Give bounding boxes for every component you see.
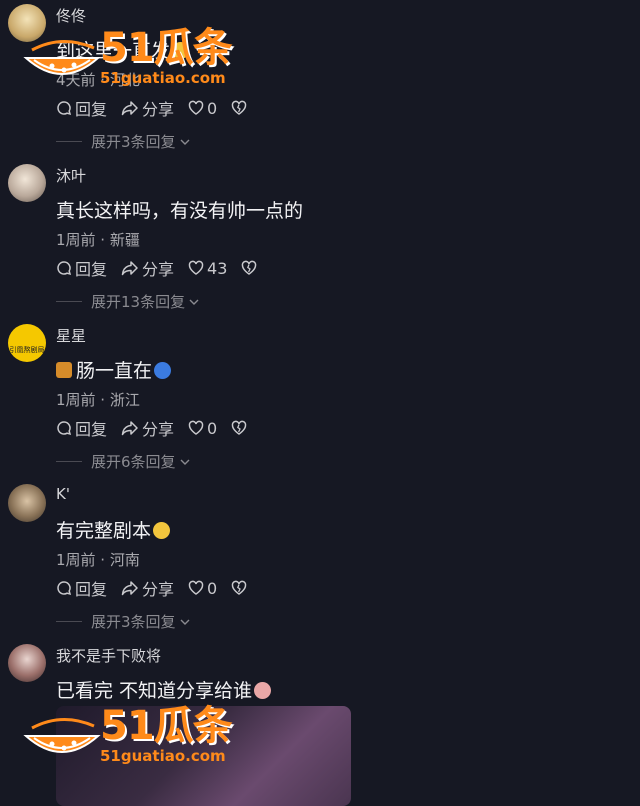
watermark: 51瓜条 51guatiao.com: [22, 25, 233, 87]
expand-label: 展开3条回复: [91, 133, 176, 151]
share-button[interactable]: 分享: [121, 256, 174, 280]
share-label: 分享: [142, 100, 175, 119]
watermark-url: 51guatiao.com: [100, 747, 226, 765]
avatar-text: 引凰熬剧局: [9, 346, 45, 354]
like-button[interactable]: 0: [188, 419, 217, 438]
comment-text: 已看完 不知道分享给谁: [56, 676, 272, 703]
share-arrow-icon: [121, 581, 138, 596]
chevron-down-icon: [180, 619, 190, 625]
broken-heart-icon: [231, 100, 247, 115]
expand-label: 展开13条回复: [91, 293, 186, 311]
chevron-down-icon: [180, 139, 190, 145]
share-arrow-icon: [121, 101, 138, 116]
comment-meta: 1周前 · 浙江: [56, 391, 140, 409]
dislike-button[interactable]: [241, 260, 260, 276]
reply-button[interactable]: 回复: [56, 256, 107, 280]
comment-username[interactable]: 佟佟: [56, 5, 86, 26]
expand-replies[interactable]: 展开6条回复: [56, 451, 191, 472]
like-button[interactable]: 0: [188, 99, 217, 118]
comment-username[interactable]: 沐叶: [56, 165, 86, 186]
watermark-text: 51瓜条 51guatiao.com: [100, 25, 233, 87]
comment-username[interactable]: 星星: [56, 325, 86, 346]
dislike-button[interactable]: [231, 580, 250, 596]
comment-bubble-icon: [57, 581, 72, 596]
divider: [56, 141, 82, 142]
reply-button[interactable]: 回复: [56, 576, 107, 600]
comment-text: 肠一直在: [56, 356, 172, 383]
share-label: 分享: [142, 260, 175, 279]
divider: [56, 461, 82, 462]
share-arrow-icon: [121, 421, 138, 436]
share-button[interactable]: 分享: [121, 416, 174, 440]
avatar[interactable]: [8, 484, 46, 522]
heart-icon: [188, 260, 204, 275]
share-button[interactable]: 分享: [121, 576, 174, 600]
reply-label: 回复: [75, 580, 108, 599]
comment-actions: 回复 分享 0: [56, 97, 264, 119]
comment-username[interactable]: 我不是手下败将: [56, 645, 161, 666]
avatar[interactable]: [8, 644, 46, 682]
heart-icon: [188, 420, 204, 435]
comment-meta: 1周前 · 新疆: [56, 231, 140, 249]
avatar[interactable]: 引凰熬剧局: [8, 324, 46, 362]
watermark-brand: 51瓜条: [100, 25, 233, 71]
comment-bubble-icon: [57, 261, 72, 276]
sticker-icon: [56, 362, 72, 378]
share-label: 分享: [142, 580, 175, 599]
heart-icon: [188, 100, 204, 115]
watermark: 51瓜条 51guatiao.com: [22, 703, 233, 765]
like-count: 43: [207, 258, 228, 278]
like-button[interactable]: 0: [188, 579, 217, 598]
reply-label: 回复: [75, 420, 108, 439]
emoji-icon: [254, 682, 272, 699]
share-arrow-icon: [121, 261, 138, 276]
comment-bubble-icon: [57, 421, 72, 436]
comment-text: 真长这样吗，有没有帅一点的: [56, 200, 304, 222]
divider: [56, 301, 82, 302]
like-count: 0: [207, 418, 218, 438]
broken-heart-icon: [231, 420, 247, 435]
chevron-down-icon: [180, 459, 190, 465]
expand-label: 展开6条回复: [91, 453, 176, 471]
expand-label: 展开3条回复: [91, 613, 176, 631]
watermark-url: 51guatiao.com: [100, 69, 226, 87]
reply-label: 回复: [75, 260, 108, 279]
like-count: 0: [207, 578, 218, 598]
share-button[interactable]: 分享: [121, 96, 174, 120]
expand-replies[interactable]: 展开13条回复: [56, 291, 200, 312]
watermark-text: 51瓜条 51guatiao.com: [100, 703, 233, 765]
expand-replies[interactable]: 展开3条回复: [56, 131, 191, 152]
like-count: 0: [207, 98, 218, 118]
avatar[interactable]: [8, 164, 46, 202]
watermelon-logo-icon: [23, 717, 101, 753]
divider: [56, 621, 82, 622]
like-button[interactable]: 43: [188, 259, 227, 278]
comment-username[interactable]: K': [56, 485, 70, 503]
comment-text: 有完整剧本: [56, 516, 171, 543]
share-label: 分享: [142, 420, 175, 439]
comment-meta: 1周前 · 河南: [56, 551, 140, 569]
chevron-down-icon: [189, 299, 199, 305]
watermark-brand: 51瓜条: [100, 703, 233, 749]
emoji-icon: [154, 362, 172, 379]
comment-bubble-icon: [57, 101, 72, 116]
reply-label: 回复: [75, 100, 108, 119]
comment-actions: 回复 分享 0: [56, 417, 264, 439]
watermelon-logo-icon: [23, 39, 101, 75]
reply-button[interactable]: 回复: [56, 416, 107, 440]
broken-heart-icon: [231, 580, 247, 595]
heart-icon: [188, 580, 204, 595]
dislike-button[interactable]: [231, 420, 250, 436]
comment-actions: 回复 分享 0: [56, 577, 264, 599]
expand-replies[interactable]: 展开3条回复: [56, 611, 191, 632]
dislike-button[interactable]: [231, 100, 250, 116]
emoji-icon: [153, 522, 171, 539]
reply-button[interactable]: 回复: [56, 96, 107, 120]
comment-actions: 回复 分享 43: [56, 257, 274, 279]
broken-heart-icon: [242, 260, 257, 275]
